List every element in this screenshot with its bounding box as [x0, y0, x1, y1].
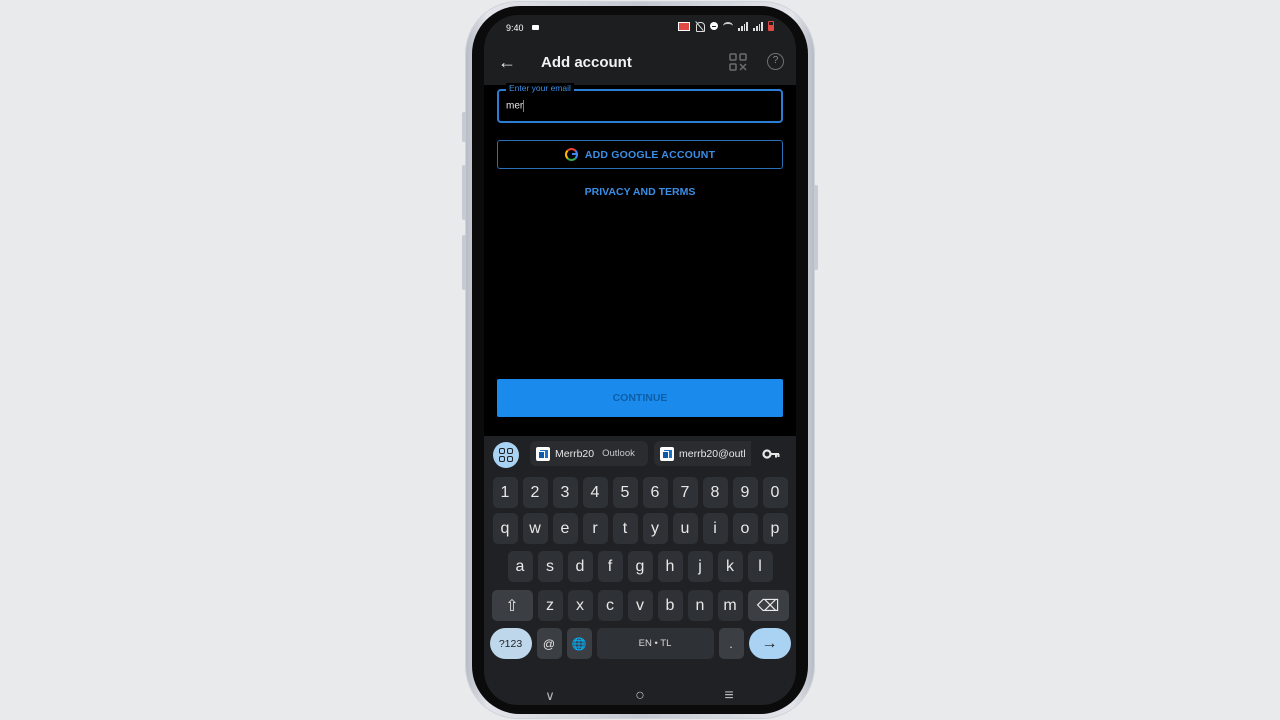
- suggestion-text: merrb20@outl: [679, 447, 746, 460]
- key[interactable]: i: [702, 513, 728, 544]
- at-key[interactable]: @: [536, 628, 562, 659]
- keyboard-row-2: a s d f g h j k l: [484, 551, 796, 582]
- key[interactable]: l: [747, 551, 773, 582]
- key[interactable]: r: [582, 513, 608, 544]
- signal-icon: [753, 21, 763, 31]
- navigation-bar: ∨ ○ ≡: [484, 687, 796, 705]
- email-field[interactable]: Enter your email mer: [497, 83, 783, 123]
- text-caret: [523, 100, 525, 112]
- keyboard-row-numbers: 1 2 3 4 5 6 7 8 9 0: [484, 477, 796, 508]
- key[interactable]: s: [537, 551, 563, 582]
- autofill-suggestion[interactable]: merrb20@outl: [654, 441, 751, 466]
- key[interactable]: c: [597, 590, 623, 621]
- space-key[interactable]: EN • TL: [596, 628, 714, 659]
- page-title: Add account: [541, 54, 632, 71]
- key[interactable]: m: [717, 590, 743, 621]
- key[interactable]: k: [717, 551, 743, 582]
- home-icon[interactable]: ○: [630, 687, 650, 705]
- keyboard-suggestion-bar: Merrb20 Outlook merrb20@outl: [484, 436, 796, 474]
- phone-side-button: [462, 112, 466, 142]
- status-time: 9:40: [506, 23, 524, 33]
- suggestion-text: Merrb20: [555, 447, 595, 460]
- continue-button[interactable]: CONTINUE: [497, 379, 783, 417]
- privacy-and-terms-link[interactable]: PRIVACY AND TERMS: [484, 186, 796, 198]
- on-screen-keyboard: Merrb20 Outlook merrb20@outl 1 2 3 4 5 6…: [484, 436, 796, 705]
- key[interactable]: 5: [612, 477, 638, 508]
- outlook-icon: [536, 446, 550, 461]
- status-bar: 9:40: [484, 15, 796, 41]
- cast-icon: [678, 21, 690, 31]
- key[interactable]: 4: [582, 477, 608, 508]
- key[interactable]: 9: [732, 477, 758, 508]
- key[interactable]: o: [732, 513, 758, 544]
- add-google-account-button[interactable]: ADD GOOGLE ACCOUNT: [497, 140, 783, 169]
- status-icons: [678, 21, 774, 32]
- shift-key[interactable]: ⇧: [491, 590, 533, 621]
- wifi-icon: [723, 22, 733, 30]
- recents-icon[interactable]: ≡: [719, 687, 739, 705]
- screen-record-icon: [532, 25, 539, 30]
- back-arrow-icon[interactable]: ←: [496, 51, 518, 73]
- google-logo-icon: [564, 148, 578, 161]
- hide-keyboard-icon[interactable]: ∨: [540, 687, 560, 705]
- globe-icon[interactable]: 🌐: [566, 628, 592, 659]
- key[interactable]: a: [507, 551, 533, 582]
- key[interactable]: v: [627, 590, 653, 621]
- keyboard-row-bottom: ?123 @ 🌐 EN • TL . →: [484, 628, 796, 659]
- backspace-key[interactable]: ⌫: [747, 590, 789, 621]
- key[interactable]: x: [567, 590, 593, 621]
- key[interactable]: g: [627, 551, 653, 582]
- key[interactable]: 1: [492, 477, 518, 508]
- phone-power-button: [814, 185, 818, 270]
- key[interactable]: 7: [672, 477, 698, 508]
- phone-screen: 9:40 ← Add account ? Enter your email me…: [484, 15, 796, 705]
- key[interactable]: h: [657, 551, 683, 582]
- key[interactable]: u: [672, 513, 698, 544]
- key[interactable]: 6: [642, 477, 668, 508]
- suggestion-subtext: Outlook: [602, 448, 635, 459]
- app-bar: ← Add account ?: [484, 41, 796, 85]
- key[interactable]: d: [567, 551, 593, 582]
- key[interactable]: e: [552, 513, 578, 544]
- key[interactable]: w: [522, 513, 548, 544]
- email-field-label: Enter your email: [506, 83, 574, 93]
- key[interactable]: z: [537, 590, 563, 621]
- key[interactable]: t: [612, 513, 638, 544]
- phone-side-button: [462, 235, 466, 290]
- enter-key[interactable]: →: [748, 628, 791, 659]
- key[interactable]: f: [597, 551, 623, 582]
- email-input[interactable]: mer: [506, 100, 766, 112]
- help-icon[interactable]: ?: [767, 53, 784, 70]
- key[interactable]: j: [687, 551, 713, 582]
- key[interactable]: b: [657, 590, 683, 621]
- key[interactable]: 8: [702, 477, 728, 508]
- phone-side-button: [462, 165, 466, 220]
- keyboard-row-3: ⇧ z x c v b n m ⌫: [484, 590, 796, 621]
- keyboard-row-1: q w e r t y u i o p: [484, 513, 796, 544]
- signal-icon: [738, 21, 748, 31]
- symbols-key[interactable]: ?123: [489, 628, 532, 659]
- key[interactable]: 3: [552, 477, 578, 508]
- add-google-account-label: ADD GOOGLE ACCOUNT: [584, 148, 716, 161]
- battery-low-icon: [768, 21, 774, 31]
- key[interactable]: 2: [522, 477, 548, 508]
- password-key-icon[interactable]: [762, 448, 780, 460]
- autofill-suggestion[interactable]: Merrb20 Outlook: [530, 441, 648, 466]
- continue-label: CONTINUE: [612, 392, 668, 404]
- key[interactable]: 0: [762, 477, 788, 508]
- do-not-disturb-icon: [710, 22, 718, 30]
- period-key[interactable]: .: [718, 628, 744, 659]
- key[interactable]: p: [762, 513, 788, 544]
- key[interactable]: q: [492, 513, 518, 544]
- keyboard-apps-icon[interactable]: [493, 442, 519, 468]
- outlook-icon: [660, 446, 674, 461]
- mute-icon: [695, 21, 705, 32]
- key[interactable]: n: [687, 590, 713, 621]
- key[interactable]: y: [642, 513, 668, 544]
- qr-code-icon[interactable]: [729, 53, 747, 71]
- email-input-value: mer: [506, 100, 524, 112]
